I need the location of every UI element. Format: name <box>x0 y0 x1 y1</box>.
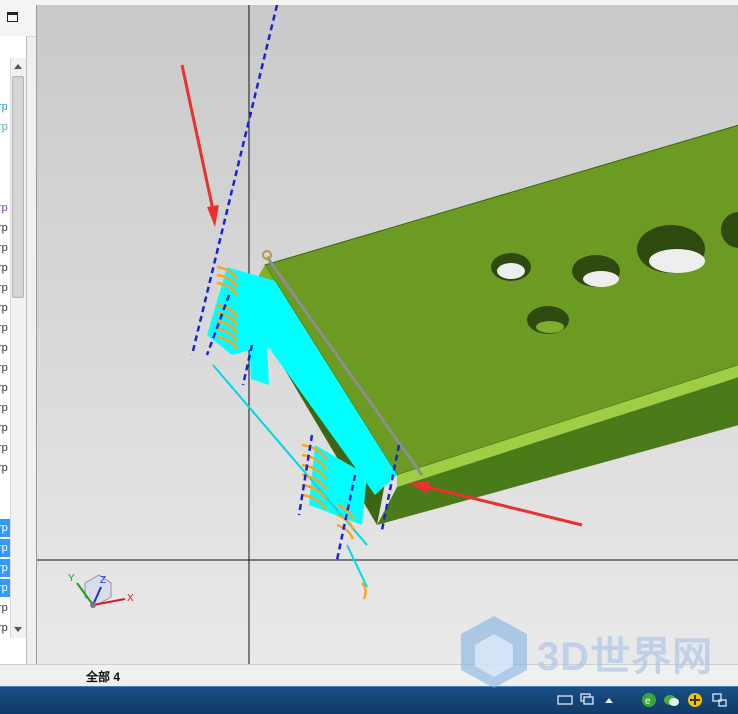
navigator-row-label: rp <box>0 602 8 614</box>
scroll-down-icon[interactable] <box>14 627 22 632</box>
navigator-row-label: rp <box>0 322 8 334</box>
yellow-plus-icon[interactable] <box>686 691 704 709</box>
navigator-row-label: rp <box>0 302 8 314</box>
navigator-row-label: rp <box>0 542 8 554</box>
tray-expand-icon[interactable] <box>600 691 618 709</box>
navigator-row-label: rp <box>0 362 8 374</box>
axis-x-label: X <box>127 593 134 604</box>
navigator-row-label: rp <box>0 222 8 234</box>
navigator-row-label: rp <box>0 382 8 394</box>
navigator-row-label: rp <box>0 262 8 274</box>
graphics-viewport[interactable]: X Y Z <box>36 5 738 664</box>
chat-app-icon[interactable] <box>662 691 680 709</box>
maximize-icon[interactable] <box>7 12 18 22</box>
svg-text:e: e <box>645 696 651 707</box>
model-scene: X Y Z <box>37 5 738 664</box>
navigator-row-label: rp <box>0 562 8 574</box>
axis-y-label: Y <box>68 573 75 584</box>
navigator-row-label: rp <box>0 622 8 634</box>
navigator-row-label: rp <box>0 342 8 354</box>
scroll-thumb[interactable] <box>12 76 24 298</box>
windows-taskbar: e <box>0 686 738 714</box>
window-switch-icon[interactable] <box>578 691 596 709</box>
selection-count-text: 全部 4 <box>86 670 121 684</box>
keyboard-icon[interactable] <box>556 691 574 709</box>
navigator-row-label: rp <box>0 101 8 113</box>
navigator-row-label: rp <box>0 522 8 534</box>
navigator-row-label: rp <box>0 422 8 434</box>
navigator-row-label: rp <box>0 442 8 454</box>
green-app-icon[interactable]: e <box>640 691 658 709</box>
navigator-row-label: rp <box>0 121 8 133</box>
navigator-row-label: rp <box>0 242 8 254</box>
axis-z-label: Z <box>100 575 106 586</box>
navigator-row-label: rp <box>0 582 8 594</box>
navigator-row-label: rp <box>0 462 8 474</box>
navigator-row-label: rp <box>0 202 8 214</box>
scroll-up-icon[interactable] <box>14 64 22 69</box>
navigator-scrollbar[interactable] <box>10 58 26 638</box>
status-bar: 全部 4 <box>0 664 738 687</box>
network-icon[interactable] <box>710 691 728 709</box>
navigator-row-label: rp <box>0 282 8 294</box>
navigator-row-label: rp <box>0 402 8 414</box>
